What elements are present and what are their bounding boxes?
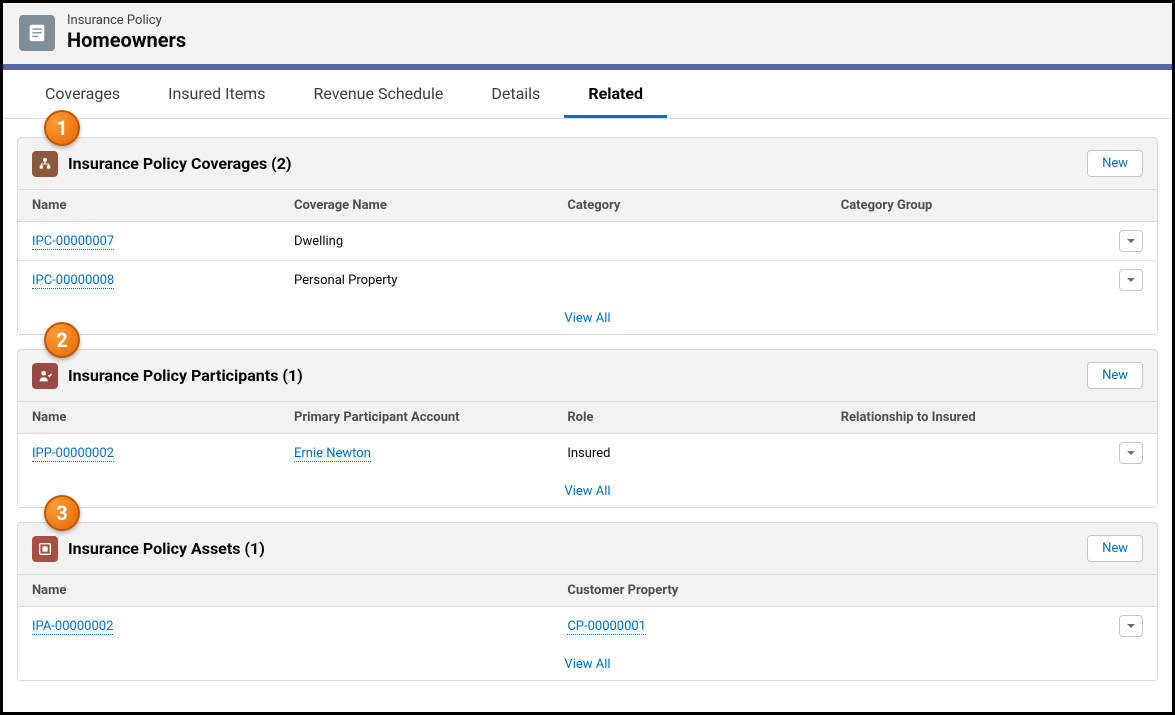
col-coverage-name: Coverage Name [280,190,553,222]
col-action [1100,575,1157,607]
row-menu-button[interactable] [1119,230,1143,252]
assets-new-button[interactable]: New [1087,535,1143,562]
coverage-link[interactable]: IPC-00000007 [32,234,114,250]
col-action [1100,402,1157,434]
account-link[interactable]: Ernie Newton [294,446,371,462]
coverages-new-button[interactable]: New [1087,150,1143,177]
policy-icon [19,15,55,51]
col-property: Customer Property [553,575,1100,607]
tab-bar: Coverages Insured Items Revenue Schedule… [3,70,1172,119]
cell-group [827,222,1100,261]
col-name: Name [18,190,280,222]
page-header: Insurance Policy Homeowners [3,3,1172,64]
participants-card: 2 Insurance Policy Participants (1) New … [17,349,1158,508]
page-title: Homeowners [67,28,186,52]
col-account: Primary Participant Account [280,402,553,434]
coverages-card: 1 Insurance Policy Coverages (2) New Nam… [17,137,1158,335]
col-category-group: Category Group [827,190,1100,222]
coverages-icon [32,151,58,177]
col-action [1100,190,1157,222]
coverage-link[interactable]: IPC-00000008 [32,273,114,289]
col-name: Name [18,575,553,607]
table-row: IPP-00000002 Ernie Newton Insured [18,434,1157,473]
participants-title[interactable]: Insurance Policy Participants (1) [68,366,303,385]
cell-coverage: Personal Property [280,261,553,300]
header-text: Insurance Policy Homeowners [67,13,186,52]
cell-relationship [827,434,1100,473]
tab-insured-items[interactable]: Insured Items [144,70,289,118]
content-area: 1 Insurance Policy Coverages (2) New Nam… [3,119,1172,695]
callout-badge-2: 2 [44,322,80,358]
coverages-header: Insurance Policy Coverages (2) New [18,138,1157,189]
tab-related[interactable]: Related [564,70,667,118]
participants-table: Name Primary Participant Account Role Re… [18,401,1157,472]
callout-badge-1: 1 [44,110,80,146]
participants-header: Insurance Policy Participants (1) New [18,350,1157,401]
assets-table: Name Customer Property IPA-00000002 CP-0… [18,574,1157,645]
table-row: IPC-00000008 Personal Property [18,261,1157,300]
participants-view-all: View All [18,472,1157,507]
cell-group [827,261,1100,300]
tab-details[interactable]: Details [467,70,564,118]
table-row: IPC-00000007 Dwelling [18,222,1157,261]
participants-icon [32,363,58,389]
col-category: Category [553,190,826,222]
row-menu-button[interactable] [1119,615,1143,637]
header-eyebrow: Insurance Policy [67,13,186,28]
col-role: Role [553,402,826,434]
callout-badge-3: 3 [44,495,80,531]
table-row: IPA-00000002 CP-00000001 [18,607,1157,646]
coverages-view-all: View All [18,299,1157,334]
cell-role: Insured [553,434,826,473]
assets-icon [32,536,58,562]
col-name: Name [18,402,280,434]
participants-new-button[interactable]: New [1087,362,1143,389]
participant-link[interactable]: IPP-00000002 [32,446,114,462]
cell-category [553,261,826,300]
view-all-link[interactable]: View All [564,311,610,326]
view-all-link[interactable]: View All [564,484,610,499]
cell-category [553,222,826,261]
coverages-title[interactable]: Insurance Policy Coverages (2) [68,154,292,173]
tab-coverages[interactable]: Coverages [21,70,144,118]
coverages-table: Name Coverage Name Category Category Gro… [18,189,1157,299]
assets-view-all: View All [18,645,1157,680]
assets-card: 3 Insurance Policy Assets (1) New Name C… [17,522,1158,681]
assets-title[interactable]: Insurance Policy Assets (1) [68,539,265,558]
property-link[interactable]: CP-00000001 [567,619,646,635]
cell-coverage: Dwelling [280,222,553,261]
assets-header: Insurance Policy Assets (1) New [18,523,1157,574]
row-menu-button[interactable] [1119,269,1143,291]
col-relationship: Relationship to Insured [827,402,1100,434]
asset-link[interactable]: IPA-00000002 [32,619,113,635]
tab-revenue-schedule[interactable]: Revenue Schedule [289,70,467,118]
row-menu-button[interactable] [1119,442,1143,464]
view-all-link[interactable]: View All [564,657,610,672]
